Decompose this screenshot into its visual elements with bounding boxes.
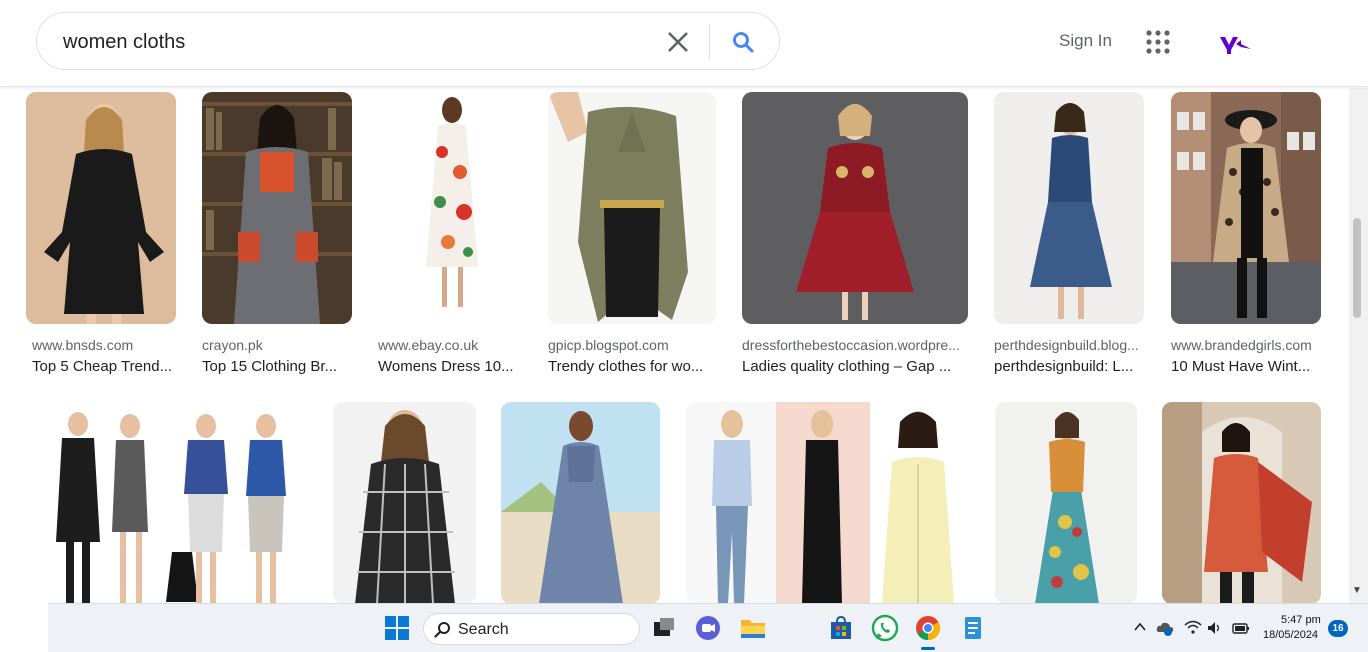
image-thumbnail[interactable] [742, 92, 968, 324]
chrome-icon[interactable] [914, 614, 942, 642]
image-source: dressforthebestoccasion.wordpre... [742, 337, 960, 353]
image-thumbnail[interactable] [686, 402, 970, 604]
image-result-2[interactable]: crayon.pk Top 15 Clothing Br... [202, 92, 352, 382]
image-thumbnail[interactable] [995, 402, 1137, 604]
task-view-icon[interactable] [650, 614, 678, 642]
close-icon [668, 32, 688, 52]
apps-grid-icon [1146, 30, 1170, 54]
image-title: Ladies quality clothing – Gap ... [742, 358, 952, 375]
search-box[interactable]: women cloths [36, 12, 780, 70]
image-result-7[interactable]: www.brandedgirls.com 10 Must Have Wint..… [1171, 92, 1321, 382]
image-result-10[interactable] [501, 402, 661, 604]
taskbar-search[interactable]: Search [423, 613, 640, 645]
search-icon [733, 32, 754, 53]
scroll-down-arrow[interactable]: ▼ [1352, 585, 1362, 596]
image-source: perthdesignbuild.blog... [994, 337, 1139, 353]
file-explorer-icon[interactable] [739, 614, 767, 642]
image-source: www.ebay.co.uk [378, 337, 479, 353]
image-title: Top 5 Cheap Trend... [32, 358, 173, 375]
notification-badge[interactable]: 16 [1328, 620, 1348, 637]
search-input[interactable]: women cloths [63, 31, 185, 54]
sign-in-link[interactable]: Sign In [1059, 31, 1112, 51]
image-thumbnail[interactable] [1162, 402, 1321, 604]
image-thumbnail[interactable] [378, 92, 524, 324]
chevron-up-icon[interactable] [1133, 621, 1147, 633]
image-thumbnail[interactable] [994, 92, 1144, 324]
scrollbar-thumb[interactable] [1353, 218, 1361, 318]
chat-icon[interactable] [694, 614, 722, 642]
image-result-8[interactable] [38, 402, 308, 604]
image-title: perthdesignbuild: L... [994, 358, 1134, 375]
image-thumbnail[interactable] [548, 92, 716, 324]
notepad-icon[interactable] [959, 614, 987, 642]
clock-time[interactable]: 5:47 pm [1281, 614, 1321, 626]
clear-search-button[interactable] [663, 27, 693, 57]
windows-start-icon[interactable] [383, 614, 411, 642]
store-icon[interactable] [827, 614, 855, 642]
image-source: www.bnsds.com [32, 337, 134, 353]
windows-taskbar: Search 5:47 pm 18/05/2024 16 [48, 603, 1368, 652]
chrome-active-indicator [921, 647, 935, 650]
image-thumbnail[interactable] [38, 402, 308, 604]
vertical-scrollbar[interactable]: ▼ [1349, 88, 1368, 608]
battery-icon[interactable] [1231, 620, 1251, 636]
image-result-5[interactable]: dressforthebestoccasion.wordpre... Ladie… [742, 92, 970, 382]
whatsapp-icon[interactable] [871, 614, 899, 642]
taskbar-search-label: Search [458, 621, 509, 638]
image-source: crayon.pk [202, 337, 263, 353]
search-button[interactable] [727, 27, 759, 57]
image-thumbnail[interactable] [26, 92, 176, 324]
image-source: gpicp.blogspot.com [548, 337, 669, 353]
onedrive-icon[interactable] [1156, 619, 1174, 637]
search-header: women cloths Sign In [0, 0, 1368, 87]
image-result-9[interactable] [333, 402, 477, 604]
image-title: Trendy clothes for wo... [548, 358, 704, 375]
search-icon [434, 622, 450, 638]
image-result-3[interactable]: www.ebay.co.uk Womens Dress 10... [378, 92, 528, 382]
image-source: www.brandedgirls.com [1171, 337, 1312, 353]
image-title: Womens Dress 10... [378, 358, 514, 375]
image-result-12[interactable] [995, 402, 1138, 604]
image-result-11[interactable] [686, 402, 970, 604]
image-title: Top 15 Clothing Br... [202, 358, 338, 375]
image-thumbnail[interactable] [333, 402, 476, 604]
image-result-4[interactable]: gpicp.blogspot.com Trendy clothes for wo… [548, 92, 718, 382]
search-divider [709, 24, 710, 60]
apps-button[interactable] [1145, 29, 1171, 55]
image-thumbnail[interactable] [202, 92, 352, 324]
image-thumbnail[interactable] [501, 402, 660, 604]
browser-page: women cloths Sign In www.bnsds.com Top 5… [0, 0, 1368, 652]
clock-date[interactable]: 18/05/2024 [1263, 629, 1318, 641]
wifi-icon[interactable] [1184, 619, 1202, 635]
image-result-1[interactable]: www.bnsds.com Top 5 Cheap Trend... [26, 92, 176, 382]
volume-icon[interactable] [1206, 620, 1224, 636]
yahoo-logo[interactable] [1219, 32, 1253, 56]
image-thumbnail[interactable] [1171, 92, 1321, 324]
image-result-6[interactable]: perthdesignbuild.blog... perthdesignbuil… [994, 92, 1144, 382]
image-result-13[interactable] [1162, 402, 1322, 604]
image-title: 10 Must Have Wint... [1171, 358, 1311, 375]
